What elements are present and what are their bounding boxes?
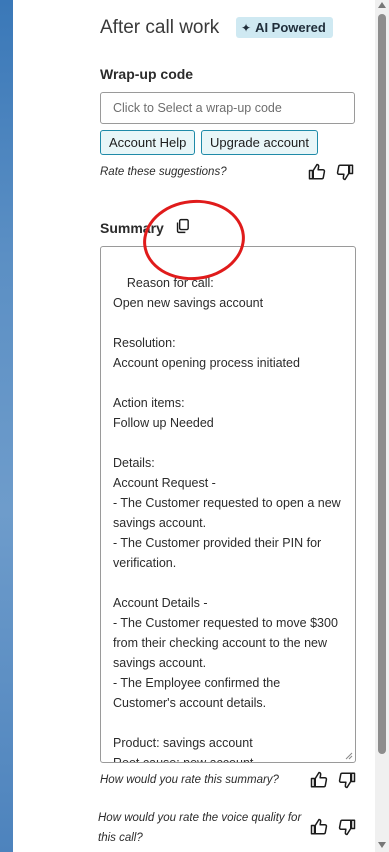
after-call-work-panel: After call work ✦ AI Powered Wrap-up cod… — [13, 0, 375, 852]
thumbs-down-icon[interactable] — [338, 771, 356, 789]
rate-suggestions-prompt: Rate these suggestions? — [100, 166, 227, 178]
left-background-strip — [0, 0, 13, 852]
page-title: After call work — [100, 17, 220, 38]
scroll-up-arrow-icon[interactable] — [378, 2, 386, 8]
vertical-scrollbar[interactable] — [375, 0, 389, 852]
thumbs-up-icon[interactable] — [310, 818, 328, 836]
suggestion-account-help-button[interactable]: Account Help — [100, 130, 196, 155]
scroll-down-arrow-icon[interactable] — [378, 842, 386, 848]
scrollbar-thumb[interactable] — [378, 14, 386, 754]
thumbs-up-icon[interactable] — [308, 163, 326, 181]
thumbs-down-icon[interactable] — [336, 163, 354, 181]
thumbs-down-icon[interactable] — [338, 818, 356, 836]
wrapup-code-label: Wrap-up code — [100, 66, 194, 82]
thumbs-up-icon[interactable] — [310, 771, 328, 789]
resize-grip-icon[interactable] — [345, 752, 353, 760]
wrapup-code-input[interactable] — [100, 92, 355, 124]
sparkle-icon: ✦ — [241, 20, 252, 35]
summary-text: Reason for call: Open new savings accoun… — [113, 276, 341, 763]
rate-voice-quality-prompt: How would you rate the voice quality for… — [98, 812, 302, 844]
ai-powered-badge: ✦ AI Powered — [236, 17, 333, 38]
copy-icon[interactable] — [174, 217, 191, 235]
summary-textarea[interactable]: Reason for call: Open new savings accoun… — [100, 246, 356, 763]
ai-badge-label: AI Powered — [255, 20, 326, 35]
suggestion-upgrade-account-button[interactable]: Upgrade account — [201, 130, 319, 155]
summary-label: Summary — [100, 220, 164, 236]
rate-summary-prompt: How would you rate this summary? — [100, 774, 279, 786]
